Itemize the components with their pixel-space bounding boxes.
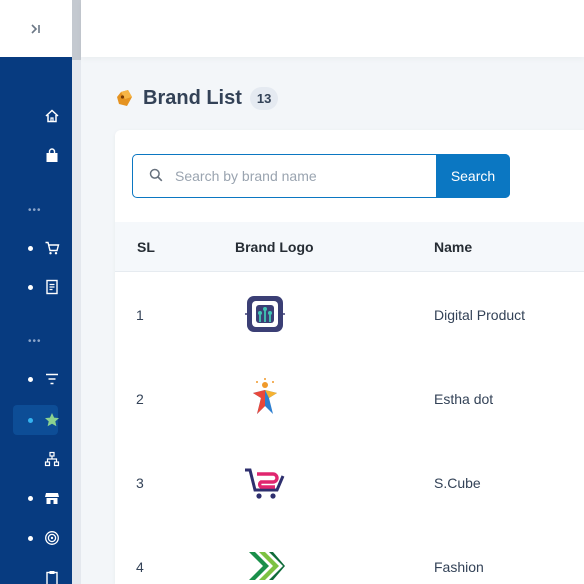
search-input[interactable] [166,155,434,197]
search-button[interactable]: Search [436,154,510,198]
s-cube-logo [243,460,287,504]
brand-name: Estha dot [434,391,494,407]
column-header-name: Name [434,239,473,255]
search-icon [149,168,163,182]
sidebar-item-wireless[interactable] [0,523,72,553]
sidebar-item-home[interactable] [0,101,72,131]
bullet-dot [28,496,33,501]
brand-name: Digital Product [434,307,526,323]
store-icon [44,490,60,506]
bullet-dot [28,246,33,251]
sidebar-item-filter[interactable] [0,364,72,394]
star-icon [44,412,60,428]
wireless-icon [44,530,60,546]
sidebar-item-cart[interactable] [0,233,72,263]
row-serial: 2 [136,391,144,407]
row-serial: 4 [136,559,144,575]
brand-list-card [115,130,584,584]
bullet-dot [28,536,33,541]
hierarchy-icon [44,451,60,467]
page-header: Brand List 13 [114,84,279,112]
bag-icon [44,148,60,164]
clipboard-icon [44,570,60,584]
row-serial: 1 [136,307,144,323]
brand-tag-icon [114,87,136,109]
estha-dot-logo [243,376,287,420]
brand-name: Fashion [434,559,484,575]
sidebar-scrollbar[interactable] [72,0,81,584]
row-serial: 3 [136,475,144,491]
home-icon [44,108,60,124]
sidebar-item-brands[interactable] [0,405,72,435]
brand-count-badge: 13 [249,86,279,110]
filter-icon [44,371,60,387]
sidebar-header [0,0,72,57]
top-bar [81,0,584,57]
sidebar-item-orders[interactable] [0,272,72,302]
page-title: Brand List [143,86,242,109]
bullet-dot [28,377,33,382]
bullet-dot [28,418,33,423]
sidebar-item-bag[interactable] [0,141,72,171]
column-header-sl: SL [137,239,155,255]
cart-icon [44,240,60,256]
sidebar-item-categories[interactable] [0,444,72,474]
sidebar-item-clipboard[interactable] [0,563,72,584]
digital-product-logo [243,292,287,336]
sidebar-separator: ••• [28,205,42,216]
sidebar-scrollbar-thumb[interactable] [72,0,81,60]
collapse-right-icon[interactable] [29,22,43,36]
document-icon [44,279,60,295]
sidebar-separator: ••• [28,336,42,347]
sidebar-item-store[interactable] [0,483,72,513]
brand-name: S.Cube [434,475,481,491]
table-header [115,222,584,272]
fashion-logo [243,544,287,584]
column-header-brand-logo: Brand Logo [235,239,314,255]
bullet-dot [28,285,33,290]
